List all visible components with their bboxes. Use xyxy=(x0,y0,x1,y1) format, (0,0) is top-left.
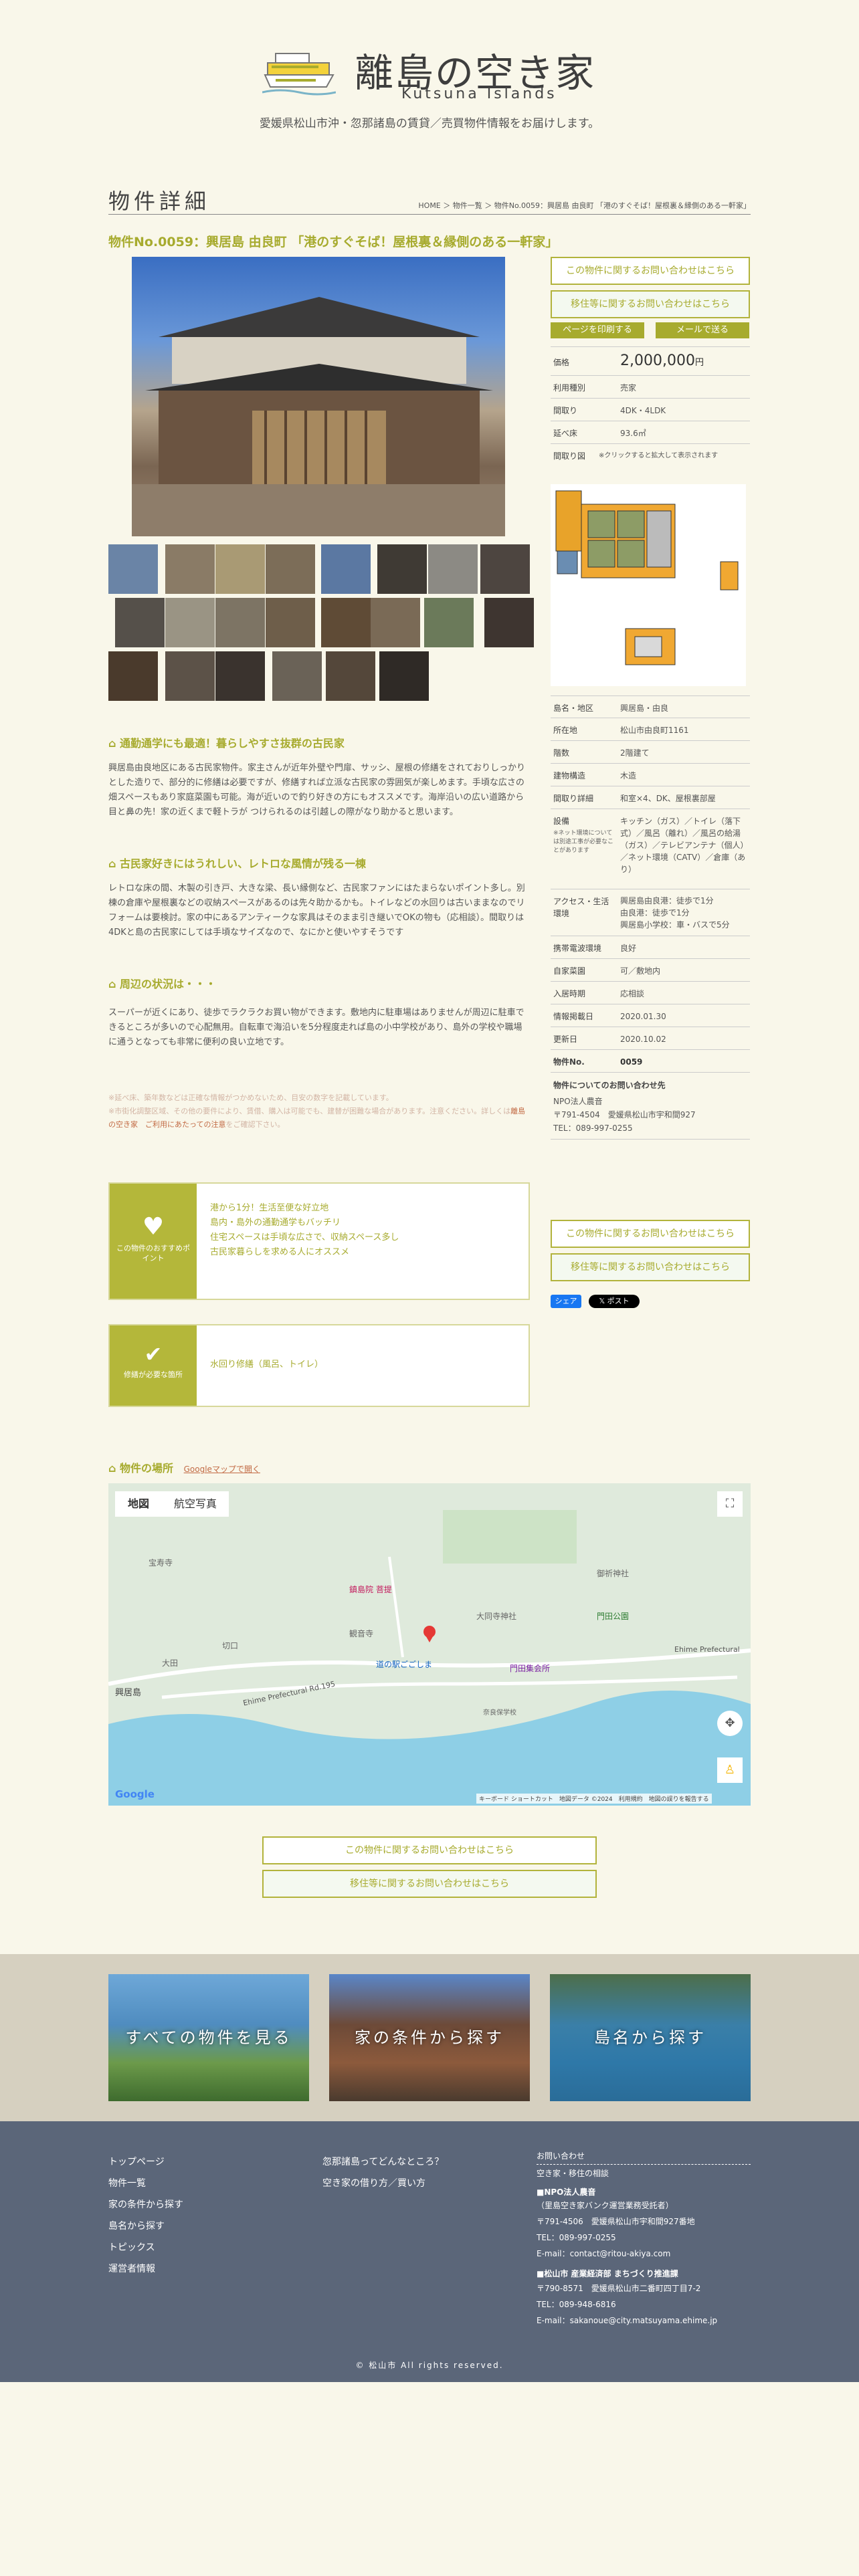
thumbnail[interactable] xyxy=(165,544,215,594)
section-heading: ⌂ 周辺の状況は・・・ xyxy=(108,978,217,990)
inquiry-property-button[interactable]: この物件に関するお問い合わせはこちら xyxy=(551,257,750,285)
section-heading: ⌂ 古民家好きにはうれしい、レトロな風情が残る一棟 xyxy=(108,857,367,870)
thumbnail[interactable] xyxy=(215,651,265,701)
map-tab[interactable]: 地図 xyxy=(115,1491,162,1517)
section-body: レトロな床の間、木製の引き戸、大きな梁、長い縁側など、古民家ファンにはたまらない… xyxy=(108,883,525,938)
thumbnail[interactable] xyxy=(371,598,420,647)
layout-row: 間取り 4DK・4LDK xyxy=(551,399,750,421)
footer-contact-title: お問い合わせ xyxy=(537,2151,585,2161)
thumbnail[interactable] xyxy=(480,544,530,594)
thumbnail[interactable] xyxy=(379,651,429,701)
check-icon: ✔ 修繕が必要な箇所 xyxy=(110,1325,197,1406)
thumbnail[interactable] xyxy=(428,544,478,594)
map-heading: ⌂ 物件の場所 Googleマップで開く xyxy=(108,1462,260,1475)
page-title: 物件詳細 xyxy=(108,189,211,214)
thumbnail[interactable] xyxy=(215,598,265,647)
thumbnail[interactable] xyxy=(108,651,158,701)
notice-text: ※延べ床、築年数などは正確な情報がつかめないため、目安の数字を記載しています。 … xyxy=(108,1093,526,1129)
footer-email-2[interactable]: E-mail：sakanoue@city.matsuyama.ehime.jp xyxy=(537,2314,717,2327)
thumbnail[interactable] xyxy=(321,544,371,594)
inquiry-move-button-3[interactable]: 移住等に関するお問い合わせはこちら xyxy=(262,1870,597,1898)
main-property-photo[interactable] xyxy=(132,257,505,536)
print-button[interactable]: ページを印刷する xyxy=(551,322,644,338)
thumbnail[interactable] xyxy=(326,651,375,701)
ship-logo-icon[interactable] xyxy=(262,49,337,98)
repairs-box: ✔ 修繕が必要な箇所 水回り修繕（風呂、トイレ） xyxy=(108,1324,530,1407)
thumbnail[interactable] xyxy=(165,598,215,647)
fullscreen-icon[interactable]: ⛶ xyxy=(717,1491,743,1517)
inquiry-property-button-2[interactable]: この物件に関するお問い合わせはこちら xyxy=(551,1220,750,1248)
contact-block: 物件についてのお問い合わせ先 NPO法人農音 〒791-4504 愛媛県松山市宇… xyxy=(551,1073,750,1140)
price-label: 価格 xyxy=(553,358,570,367)
mail-button[interactable]: メールで送る xyxy=(656,322,749,338)
thumbnail[interactable] xyxy=(266,598,315,647)
thumbnail[interactable] xyxy=(108,544,158,594)
footer-divider xyxy=(537,2164,751,2165)
footer-link[interactable]: トピックス xyxy=(108,2240,155,2254)
pan-control-icon[interactable]: ✥ xyxy=(717,1711,743,1736)
inquiry-move-button-2[interactable]: 移住等に関するお問い合わせはこちら xyxy=(551,1253,750,1281)
inquiry-property-button-3[interactable]: この物件に関するお問い合わせはこちら xyxy=(262,1836,597,1864)
card-all-properties[interactable]: すべての物件を見る xyxy=(108,1974,309,2101)
footer-link[interactable]: 島名から探す xyxy=(108,2219,165,2232)
photo-thumbnails xyxy=(108,544,534,702)
section-body: 興居島由良地区にある古民家物件。家主さんが近年外壁や門扉、サッシ、屋根の修繕をさ… xyxy=(108,763,525,817)
thumbnail[interactable] xyxy=(377,544,427,594)
thumbnail[interactable] xyxy=(165,651,215,701)
heading-divider xyxy=(108,214,751,215)
share-button[interactable]: シェア xyxy=(551,1295,581,1308)
property-map[interactable]: 地図 航空写真 ⛶ ✥ ♙ 宝寿寺 鎮島院 菩提 観音寺 大田 興居島 大同寺神… xyxy=(108,1483,751,1806)
recommend-points-box: ♥ この物件のおすすめポイント 港から1分！生活至便な好立地 島内・島外の通勤通… xyxy=(108,1182,530,1300)
google-map-link[interactable]: Googleマップで開く xyxy=(184,1465,260,1474)
property-title: 物件No.0059：興居島 由良町 「港のすぐそば！屋根裏＆縁側のある一軒家」 xyxy=(108,235,559,249)
site-tagline: 愛媛県松山市沖・忽那諸島の賃貸／売買物件情報をお届けします。 xyxy=(259,117,600,130)
footer-link[interactable]: トップページ xyxy=(108,2155,165,2168)
thumbnail[interactable] xyxy=(272,651,322,701)
section-body: スーパーが近くにあり、徒歩でラクラクお買い物ができます。敷地内に駐車場はありませ… xyxy=(108,1008,524,1047)
copyright: © 松山市 All rights reserved. xyxy=(355,2361,504,2370)
footer-link[interactable]: 物件一覧 xyxy=(108,2176,146,2189)
site-logo-subtitle: Kutsuna Islands xyxy=(401,86,557,102)
post-button[interactable]: 𝕏 ポスト xyxy=(589,1295,640,1308)
section-heading: ⌂ 通勤通学にも最適！暮らしやすさ抜群の古民家 xyxy=(108,737,345,750)
footer-link[interactable]: 家の条件から探す xyxy=(108,2197,183,2211)
map-attribution[interactable]: キーボード ショートカット 地図データ ©2024 利用規約 地図の誤りを報告す… xyxy=(476,1794,712,1804)
price-value: 2,000,000円 xyxy=(620,352,704,369)
heart-icon: ♥ この物件のおすすめポイント xyxy=(110,1184,197,1299)
card-search-by-island[interactable]: 島名から探す xyxy=(550,1974,751,2101)
google-logo: Google xyxy=(115,1788,155,1800)
thumbnail[interactable] xyxy=(266,544,315,594)
breadcrumb[interactable]: HOME ＞ 物件一覧 ＞ 物件No.0059：興居島 由良町 「港のすぐそば！… xyxy=(418,200,751,211)
thumbnail[interactable] xyxy=(215,544,265,594)
streetview-icon[interactable]: ♙ xyxy=(717,1757,743,1783)
type-row: 利用種別 売家 xyxy=(551,376,750,399)
thumbnail[interactable] xyxy=(484,598,534,647)
footer-link[interactable]: 忽那諸島ってどんなところ？ xyxy=(322,2155,444,2168)
footer-link[interactable]: 空き家の借り方／買い方 xyxy=(322,2176,425,2189)
floorplan-image[interactable] xyxy=(551,484,746,686)
floorplan-row: 間取り図 ※クリックすると拡大して表示されます xyxy=(553,451,719,461)
area-row: 延べ床 93.6㎡ xyxy=(551,421,750,444)
footer-link[interactable]: 運営者情報 xyxy=(108,2262,155,2275)
card-search-by-conditions[interactable]: 家の条件から探す xyxy=(329,1974,530,2101)
thumbnail[interactable] xyxy=(321,598,371,647)
thumbnail[interactable] xyxy=(424,598,474,647)
inquiry-move-button[interactable]: 移住等に関するお問い合わせはこちら xyxy=(551,290,750,318)
price-row: 価格 2,000,000円 xyxy=(551,346,750,376)
aerial-tab[interactable]: 航空写真 xyxy=(162,1491,229,1517)
thumbnail[interactable] xyxy=(115,598,165,647)
footer-email-1[interactable]: E-mail：contact@ritou-akiya.com xyxy=(537,2247,670,2260)
